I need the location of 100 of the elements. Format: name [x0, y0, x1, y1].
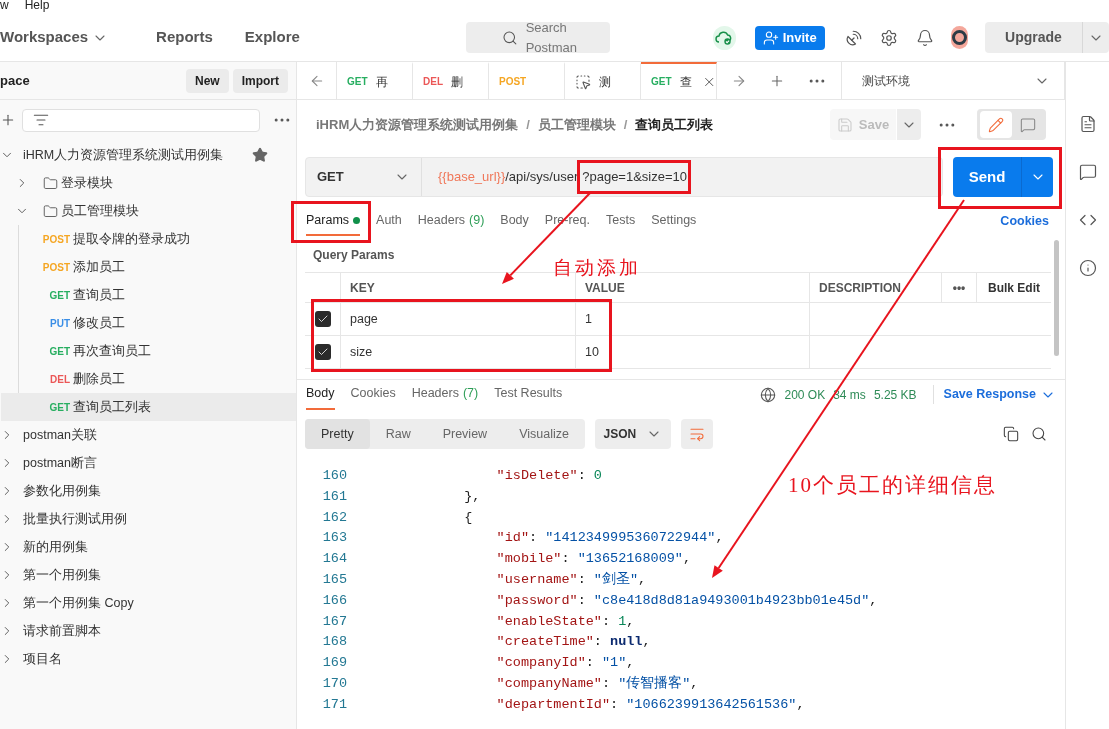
request-tab[interactable]: Body — [500, 206, 529, 236]
line-number: 162 — [321, 508, 347, 527]
request-tab[interactable]: Headers (9) — [417, 206, 485, 236]
cookies-link[interactable]: Cookies — [1000, 211, 1049, 231]
annotation-label: 10个员工的详细信息 — [788, 472, 997, 499]
invite-button[interactable]: Invite — [754, 25, 825, 50]
bell-icon[interactable] — [915, 28, 934, 47]
breadcrumb-item[interactable]: 员工管理模块 — [537, 114, 616, 135]
request-item[interactable]: POST 添加员工 — [1, 253, 296, 281]
save-icon — [836, 116, 853, 133]
size-text: 5.25 KB — [873, 386, 917, 404]
check-icon — [316, 313, 329, 325]
environment-icon — [575, 73, 591, 90]
code-line: { — [463, 508, 473, 527]
collection-item[interactable]: 第一个用例集 — [0, 561, 296, 589]
line-number: 163 — [321, 529, 347, 548]
avatar-icon[interactable] — [950, 26, 968, 49]
code-line: "password": "c8e418d8d81a9493001b4923bb01e45d", — [495, 591, 878, 610]
view-option[interactable]: Raw — [369, 419, 427, 449]
globe-icon — [760, 386, 777, 403]
collection-item[interactable]: postman断言 — [0, 449, 296, 477]
settings-icon[interactable] — [879, 28, 898, 47]
request-tab[interactable]: Params — [306, 206, 361, 236]
edit-toggle[interactable] — [980, 111, 1012, 138]
comment-icon — [1020, 116, 1036, 133]
add-icon[interactable] — [0, 112, 16, 128]
request-item[interactable]: GET 查询员工 — [1, 281, 296, 309]
collection-item[interactable]: postman关联 — [0, 421, 296, 449]
line-number: 164 — [321, 550, 347, 569]
copy-icon[interactable] — [1003, 426, 1019, 442]
section-title: Query Params — [312, 247, 396, 264]
response-tab[interactable]: Cookies — [350, 379, 396, 410]
format-select[interactable]: JSON — [594, 419, 671, 449]
request-tab[interactable]: GET 再 — [337, 62, 413, 99]
info-icon[interactable] — [1078, 259, 1097, 277]
comment-icon[interactable] — [1078, 163, 1097, 181]
code-line: "createTime": null, — [495, 633, 651, 652]
collection-item[interactable]: 批量执行测试用例 — [0, 505, 296, 533]
request-tab[interactable]: Settings — [651, 206, 697, 236]
breadcrumb-separator: / — [623, 115, 628, 134]
request-item[interactable]: POST 提取令牌的登录成功 — [1, 225, 296, 253]
user-plus-icon — [762, 29, 779, 46]
request-item[interactable]: GET 再次查询员工 — [1, 337, 296, 365]
collection-item[interactable]: 参数化用例集 — [0, 477, 296, 505]
sidebar-button[interactable]: New — [185, 68, 229, 93]
collection-item[interactable]: 新的用例集 — [0, 533, 296, 561]
checkbox[interactable] — [314, 311, 331, 327]
view-option[interactable]: Pretty — [305, 419, 370, 449]
request-tab[interactable]: DEL 删 — [413, 62, 489, 99]
menu-item[interactable]: Help — [24, 0, 50, 10]
request-tab[interactable]: Auth — [376, 206, 402, 236]
param-value[interactable]: 10 — [575, 336, 809, 368]
param-key[interactable]: size — [341, 342, 575, 362]
pencil-icon — [988, 116, 1004, 133]
line-number: 170 — [321, 674, 347, 693]
line-number: 166 — [321, 591, 347, 610]
bulk-edit-link[interactable]: Bulk Edit — [976, 273, 1051, 302]
collection-item[interactable]: 项目名 — [0, 645, 296, 673]
send-button[interactable]: Send — [953, 157, 1021, 197]
param-value[interactable]: 1 — [575, 303, 809, 335]
code-line: "companyId": "1", — [495, 654, 635, 673]
line-number: 168 — [321, 633, 347, 652]
request-tab[interactable]: GET 查 — [641, 62, 717, 99]
collection-item[interactable]: iHRM人力资源管理系统测试用例集 — [0, 141, 296, 169]
response-tab[interactable]: Test Results — [494, 379, 563, 410]
nav-link[interactable]: Workspaces — [0, 26, 109, 49]
response-tab[interactable]: Headers (7) — [411, 379, 479, 410]
param-key[interactable]: page — [341, 309, 575, 329]
more-options[interactable]: ••• — [941, 273, 976, 302]
collection-item[interactable]: 第一个用例集 Copy — [0, 589, 296, 617]
folder-item[interactable]: 登录模块 — [0, 169, 296, 197]
breadcrumb-item[interactable]: iHRM人力资源管理系统测试用例集 — [316, 114, 519, 135]
search-field[interactable]: Search Postman — [465, 22, 611, 53]
document-icon[interactable] — [1078, 115, 1097, 133]
response-tab[interactable]: Body — [306, 379, 335, 410]
request-item[interactable]: PUT 修改员工 — [1, 309, 296, 337]
sidebar-button[interactable]: Import — [232, 68, 288, 93]
menu-item[interactable]: w — [0, 0, 9, 10]
save-response-button[interactable]: Save Response — [932, 385, 1056, 404]
nav-link[interactable]: Reports — [156, 26, 213, 49]
line-number: 165 — [321, 571, 347, 589]
view-option[interactable]: Preview — [426, 419, 504, 449]
scrollbar[interactable] — [1054, 240, 1059, 356]
breadcrumb-item[interactable]: 查询员工列表 — [635, 114, 714, 135]
request-tab[interactable]: Tests — [606, 206, 636, 236]
request-item[interactable]: DEL 删除员工 — [1, 365, 296, 393]
filter-field[interactable] — [22, 108, 260, 132]
view-option[interactable]: Visualize — [503, 419, 585, 449]
star-icon[interactable] — [252, 147, 268, 163]
collection-item[interactable]: 请求前置脚本 — [0, 617, 296, 645]
request-item[interactable]: GET 查询员工列表 — [1, 393, 296, 421]
sync-status-icon[interactable] — [713, 25, 736, 50]
nav-link[interactable]: Explore — [244, 26, 300, 49]
code-line: "username": "剑圣", — [495, 571, 647, 589]
code-line: }, — [463, 487, 481, 506]
folder-item[interactable]: 员工管理模块 — [0, 197, 296, 225]
folder-icon — [43, 175, 58, 191]
environment-select[interactable]: 测试环境 — [842, 62, 1065, 99]
checkbox[interactable] — [314, 344, 331, 360]
search-icon[interactable] — [1031, 426, 1047, 442]
